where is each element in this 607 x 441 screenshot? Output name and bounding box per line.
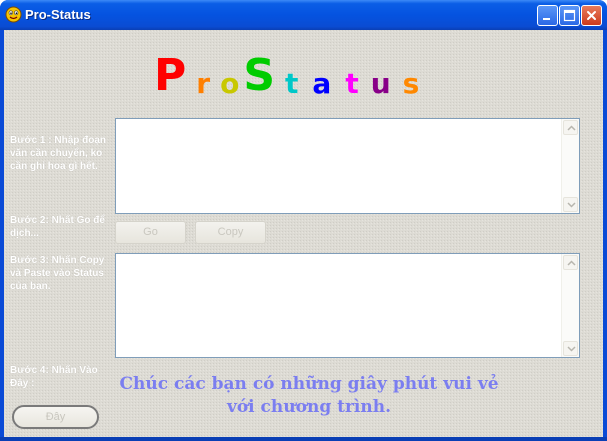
scroll-down-button[interactable]: [563, 341, 578, 356]
greeting-message: Chúc các bạn có những giây phút vui vẻ v…: [104, 373, 514, 419]
pro-status-logo: P r o S t a t u s: [154, 48, 419, 98]
close-button[interactable]: [581, 5, 602, 26]
logo-letter: t: [285, 67, 299, 100]
minimize-icon: [543, 18, 550, 20]
step2-label: Bước 2: Nhất Go để dịch...: [10, 215, 105, 239]
client-area: P r o S t a t u s Bước 1 : Nhập đoạn văn…: [4, 30, 603, 437]
chevron-down-icon: [567, 346, 576, 352]
step4-label: Bước 4: Nhấn Vào Đây :: [10, 365, 98, 389]
logo-letter: o: [220, 67, 240, 100]
app-window: Pro-Status P r o S t a t u s Bước 1: Nh…: [0, 0, 607, 441]
chevron-up-icon: [567, 260, 576, 266]
logo-letter: t: [345, 67, 359, 100]
logo-letter: r: [196, 67, 211, 100]
scroll-down-button[interactable]: [563, 197, 578, 212]
close-icon: [587, 11, 596, 20]
logo-letter: u: [370, 67, 391, 100]
logo-letter: P: [154, 50, 187, 101]
chevron-up-icon: [567, 125, 576, 131]
logo-letter: a: [312, 67, 332, 100]
source-text-input[interactable]: [115, 118, 580, 214]
scroll-up-button[interactable]: [563, 255, 578, 270]
here-button[interactable]: Đây: [12, 405, 99, 429]
scroll-up-button[interactable]: [563, 120, 578, 135]
greeting-line-1: Chúc các bạn có những giây phút vui vẻ: [119, 374, 499, 394]
smiley-face-icon: [5, 6, 22, 23]
go-button[interactable]: Go: [115, 221, 186, 244]
logo-letter: S: [243, 50, 276, 101]
step3-label: Bước 3: Nhấn Copy và Paste vào Status củ…: [10, 255, 105, 292]
maximize-button[interactable]: [559, 5, 580, 26]
source-scrollbar[interactable]: [561, 119, 579, 213]
logo-letter: s: [402, 67, 420, 100]
chevron-down-icon: [567, 202, 576, 208]
window-bottom-border: [0, 437, 607, 441]
window-title: Pro-Status: [25, 7, 91, 22]
copy-button[interactable]: Copy: [195, 221, 266, 244]
maximize-icon: [563, 9, 576, 22]
result-scrollbar[interactable]: [561, 254, 579, 357]
source-text-value: [116, 119, 579, 125]
result-text-value: [116, 254, 579, 260]
result-text-output[interactable]: [115, 253, 580, 358]
minimize-button[interactable]: [537, 5, 558, 26]
step1-label: Bước 1 : Nhập đoạn văn cần chuyển, ko cầ…: [10, 135, 107, 172]
greeting-line-2: với chương trình.: [226, 397, 392, 417]
title-bar[interactable]: Pro-Status: [0, 0, 607, 30]
